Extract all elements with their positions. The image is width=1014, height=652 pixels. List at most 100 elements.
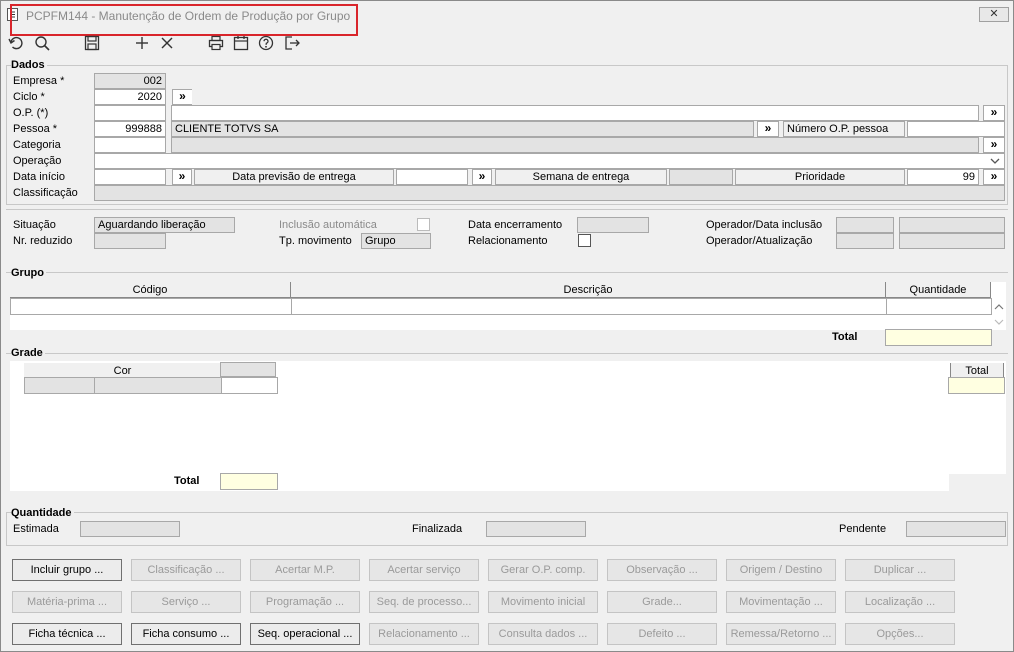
operacao-select[interactable]	[94, 153, 1005, 169]
op-description-field[interactable]	[171, 105, 979, 121]
grupo-total-label: Total	[832, 331, 858, 343]
grade-header-cell	[220, 362, 276, 377]
add-icon[interactable]	[133, 34, 151, 52]
save-icon[interactable]	[83, 34, 101, 52]
print-icon[interactable]	[207, 34, 225, 52]
grupo-row-descricao[interactable]	[291, 298, 887, 315]
pessoa-search-button[interactable]: »	[757, 121, 779, 137]
delete-icon[interactable]	[158, 34, 176, 52]
tp-movimento-field: Grupo	[361, 233, 431, 249]
status-divider	[6, 209, 1008, 210]
grupo-title: Grupo	[11, 267, 46, 279]
classificacao-button[interactable]: Classificação ...	[131, 559, 241, 581]
data-encerramento-label: Data encerramento	[468, 219, 563, 231]
movimentacao-button[interactable]: Movimentação ...	[726, 591, 836, 613]
materia-prima-button[interactable]: Matéria-prima ...	[12, 591, 122, 613]
grade-total-label: Total	[174, 475, 200, 487]
duplicar-button[interactable]: Duplicar ...	[845, 559, 955, 581]
semana-label-box: Semana de entrega	[495, 169, 667, 185]
close-button[interactable]: ✕	[979, 7, 1009, 22]
ficha-tecnica-button[interactable]: Ficha técnica ...	[12, 623, 122, 645]
movimento-inicial-button[interactable]: Movimento inicial	[488, 591, 598, 613]
acertar-servico-button[interactable]: Acertar serviço	[369, 559, 479, 581]
ficha-consumo-button[interactable]: Ficha consumo ...	[131, 623, 241, 645]
gerar-o-p-comp-button[interactable]: Gerar O.P. comp.	[488, 559, 598, 581]
grupo-col-quantidade[interactable]: Quantidade	[886, 282, 991, 298]
localizacao-button[interactable]: Localização ...	[845, 591, 955, 613]
pessoa-field[interactable]: 999888	[94, 121, 166, 137]
grade-total-field	[220, 473, 278, 490]
remessa-retorno-button[interactable]: Remessa/Retorno ...	[726, 623, 836, 645]
data-inicio-search-button[interactable]: »	[172, 169, 192, 185]
defeito-button[interactable]: Defeito ...	[607, 623, 717, 645]
grupo-col-codigo[interactable]: Código	[10, 282, 291, 298]
scroll-up-icon[interactable]	[993, 302, 1005, 312]
grade-title: Grade	[11, 347, 45, 359]
operacao-label: Operação	[13, 155, 62, 167]
relacionamento-button[interactable]: Relacionamento ...	[369, 623, 479, 645]
close-icon: ✕	[989, 8, 999, 20]
categoria-description-field	[171, 137, 979, 153]
grupo-row-codigo[interactable]	[10, 298, 292, 315]
data-previsao-label-box: Data previsão de entrega	[194, 169, 394, 185]
seq-operacional-button[interactable]: Seq. operacional ...	[250, 623, 360, 645]
data-previsao-search-button[interactable]: »	[472, 169, 492, 185]
numero-op-pessoa-field[interactable]	[907, 121, 1005, 137]
observacao-button[interactable]: Observação ...	[607, 559, 717, 581]
undo-icon[interactable]	[7, 34, 25, 52]
estimada-label: Estimada	[13, 523, 59, 535]
categoria-field[interactable]	[94, 137, 166, 153]
programacao-button[interactable]: Programação ...	[250, 591, 360, 613]
op-label: O.P. (*)	[13, 107, 49, 119]
semana-field	[669, 169, 733, 185]
ciclo-field[interactable]: 2020	[94, 89, 166, 105]
help-icon[interactable]	[257, 34, 275, 52]
exit-icon[interactable]	[283, 34, 301, 52]
empresa-field: 002	[94, 73, 166, 89]
consulta-dados-button[interactable]: Consulta dados ...	[488, 623, 598, 645]
scroll-down-icon[interactable]	[993, 317, 1005, 327]
pessoa-label: Pessoa *	[13, 123, 58, 135]
prioridade-label-box: Prioridade	[735, 169, 905, 185]
origem-destino-button[interactable]: Origem / Destino	[726, 559, 836, 581]
data-inicio-field[interactable]	[94, 169, 166, 185]
relacionamento-checkbox[interactable]	[578, 234, 591, 247]
data-previsao-field[interactable]	[396, 169, 468, 185]
acertar-m-p-button[interactable]: Acertar M.P.	[250, 559, 360, 581]
categoria-search-button[interactable]: »	[983, 137, 1005, 153]
estimada-field	[80, 521, 180, 537]
opcoes-button[interactable]: Opções...	[845, 623, 955, 645]
empresa-label: Empresa *	[13, 75, 65, 87]
categoria-label: Categoria	[13, 139, 61, 151]
grupo-row-quantidade[interactable]	[886, 298, 992, 315]
grade-button[interactable]: Grade...	[607, 591, 717, 613]
prioridade-search-button[interactable]: »	[983, 169, 1005, 185]
grade-value-cell[interactable]	[221, 377, 278, 394]
inclusao-automatica-checkbox[interactable]	[417, 218, 430, 231]
grupo-divider	[6, 272, 1008, 273]
grade-total-cell	[948, 377, 1005, 394]
search-icon[interactable]	[33, 34, 51, 52]
op-search-button[interactable]: »	[983, 105, 1005, 121]
pendente-label: Pendente	[839, 523, 887, 535]
incluir-grupo-button[interactable]: Incluir grupo ...	[12, 559, 122, 581]
situacao-field: Aguardando liberação	[94, 217, 235, 233]
title-highlight-box	[10, 4, 358, 36]
inclusao-automatica-label: Inclusão automática	[279, 219, 377, 231]
servico-button[interactable]: Serviço ...	[131, 591, 241, 613]
data-encerramento-field	[577, 217, 649, 233]
operador-inclusao-label: Operador/Data inclusão	[706, 219, 823, 231]
op-field[interactable]	[94, 105, 166, 121]
operador-atualizacao-label: Operador/Atualização	[706, 235, 813, 247]
nr-reduzido-field	[94, 233, 166, 249]
grupo-col-descricao[interactable]: Descrição	[291, 282, 886, 298]
nr-reduzido-label: Nr. reduzido	[13, 235, 73, 247]
calendar-icon[interactable]	[232, 34, 250, 52]
tp-movimento-label: Tp. movimento	[279, 235, 352, 247]
seq-de-processo-button[interactable]: Seq. de processo...	[369, 591, 479, 613]
ciclo-search-button[interactable]: »	[172, 89, 192, 105]
chevron-down-icon[interactable]	[989, 156, 1001, 166]
data-atualizacao-field	[899, 233, 1005, 249]
pessoa-name-field: CLIENTE TOTVS SA	[171, 121, 754, 137]
prioridade-field[interactable]: 99	[907, 169, 979, 185]
